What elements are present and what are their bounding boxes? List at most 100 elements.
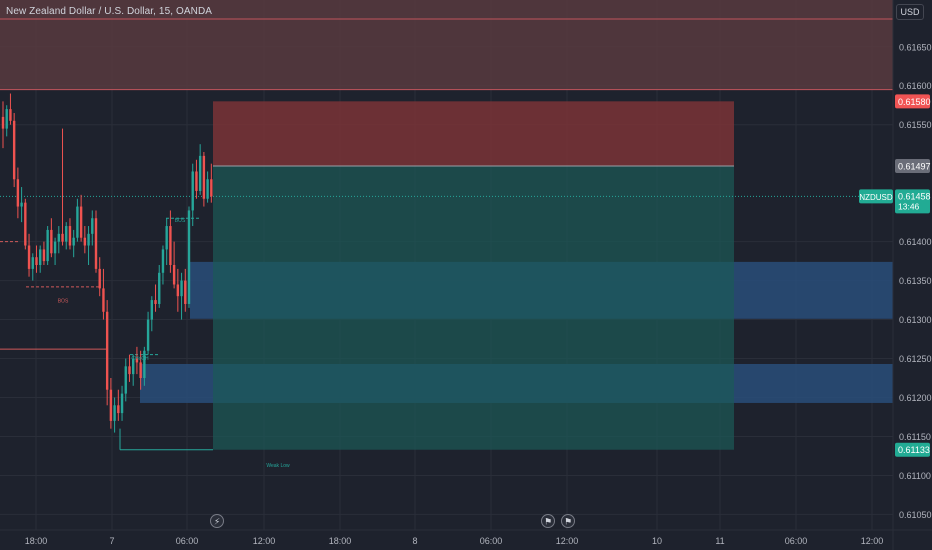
dividends-event-icon[interactable]: ⚡ (210, 514, 224, 528)
candle-body (68, 226, 72, 246)
take-profit-zone (213, 166, 734, 450)
price-chart[interactable]: BOS BOS CHoCH Weak Low 0.61650 0.61600 0.6155… (0, 0, 932, 550)
stop-loss-zone (213, 101, 734, 167)
chart-title: New Zealand Dollar / U.S. Dollar, 15, OA… (6, 6, 213, 17)
candle-body (172, 265, 176, 285)
candle-body (35, 257, 38, 265)
candle-body (12, 120, 16, 180)
annotation-label: BOS (175, 218, 186, 224)
candle-body (120, 393, 124, 414)
x-tick-label: 06:00 (785, 536, 808, 546)
candle-body (16, 179, 20, 207)
candle-body (161, 249, 165, 273)
candle-body (46, 229, 49, 262)
y-tick-label: 0.61550 (899, 120, 932, 130)
y-tick-label: 0.61650 (899, 42, 932, 52)
y-tick-label: 0.61400 (899, 237, 932, 247)
us-flag-event-icon-glyph: ⚑ (564, 518, 572, 528)
y-tick-label: 0.61350 (899, 276, 932, 286)
candle-body (57, 233, 60, 242)
x-tick-label: 7 (109, 536, 114, 546)
y-tick-label: 0.61600 (899, 81, 932, 91)
candle-body (9, 109, 12, 121)
candle-body (198, 155, 202, 191)
candle-body (50, 229, 53, 254)
x-tick-label: 18:00 (329, 536, 352, 546)
candle-body (102, 288, 105, 312)
candle-body (169, 226, 172, 265)
symbol-tag-text: NZDUSD (859, 193, 893, 202)
annotation-label: CHoCH (131, 356, 149, 362)
us-flag-event-icon-glyph: ⚑ (544, 518, 552, 528)
candle-body (65, 226, 68, 242)
candle-body (139, 362, 142, 379)
candle-body (31, 257, 34, 269)
us-flag-event-icon[interactable]: ⚑ (541, 514, 555, 528)
x-tick-label: 10 (652, 536, 662, 546)
x-tick-label: 12:00 (861, 536, 884, 546)
candle-body (176, 284, 180, 297)
currency-button[interactable]: USD (896, 4, 924, 20)
candle-body (187, 210, 191, 304)
candle-body (76, 206, 79, 238)
y-tick-label: 0.61150 (899, 432, 931, 442)
candle-body (191, 171, 194, 211)
long-short-position-tool[interactable] (213, 101, 734, 450)
us-flag-event-icon[interactable]: ⚑ (561, 514, 575, 528)
candle-body (72, 237, 75, 246)
candle-body (210, 179, 213, 197)
candle-body (109, 389, 113, 421)
candle-body (39, 249, 42, 265)
candle-body (150, 300, 153, 320)
candle-body (195, 171, 198, 191)
candle-body (146, 319, 150, 351)
candle-body (5, 109, 8, 129)
stop-price-text: 0.61580 (898, 97, 931, 107)
candle-body (206, 179, 209, 199)
y-tick-label: 0.61200 (899, 393, 932, 403)
candle-body (124, 366, 127, 394)
candle-body (98, 268, 101, 289)
candle-body (20, 202, 23, 207)
dividends-event-icon-glyph: ⚡ (214, 518, 220, 528)
candle-body (180, 280, 183, 297)
candle-body (154, 300, 157, 304)
x-tick-label: 06:00 (176, 536, 199, 546)
candle-body (53, 241, 57, 254)
candle-body (61, 233, 64, 242)
candle-body (42, 249, 46, 262)
annotation-label: BOS (58, 299, 69, 305)
y-tick-label: 0.61050 (899, 510, 932, 520)
annotation-label: Weak Low (266, 463, 290, 469)
candle-body (143, 350, 146, 379)
candle-body (91, 218, 94, 234)
candle-body (87, 233, 90, 246)
countdown-text: 13:46 (898, 201, 920, 211)
candle-body (184, 280, 187, 304)
y-tick-label: 0.61300 (899, 315, 932, 325)
candle-body (128, 366, 131, 375)
x-tick-label: 12:00 (253, 536, 276, 546)
candle-body (94, 218, 98, 269)
x-tick-label: 18:00 (25, 536, 48, 546)
candle-body (79, 206, 83, 238)
candle-body (202, 155, 206, 199)
candle-body (83, 237, 87, 246)
y-tick-label: 0.61250 (899, 354, 932, 364)
candle-body (113, 405, 116, 421)
x-tick-label: 06:00 (480, 536, 503, 546)
candle-body (117, 405, 120, 414)
entry-price-text: 0.61497 (898, 162, 931, 172)
x-tick-label: 8 (412, 536, 417, 546)
y-tick-label: 0.61100 (899, 471, 931, 481)
x-tick-label: 12:00 (556, 536, 579, 546)
x-tick-label: 11 (715, 536, 724, 546)
candle-body (105, 311, 109, 390)
target-price-text: 0.61133 (898, 445, 930, 455)
current-price-text: 0.61458 (898, 191, 931, 201)
candle-body (165, 226, 168, 250)
candle-body (27, 245, 31, 269)
candle-body (24, 202, 27, 246)
candle-body (158, 272, 161, 304)
candle-body (1, 116, 5, 129)
